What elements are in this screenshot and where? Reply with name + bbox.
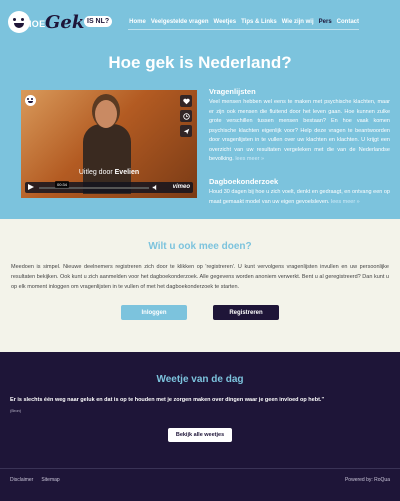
hero-section: HOE Gek IS NL? Home Veelgestelde vragen … [0,0,400,219]
vimeo-logo[interactable]: vimeo [173,184,190,190]
section-text: Veel mensen hebben wel eens te maken met… [209,99,390,162]
volume-icon[interactable] [152,184,159,191]
site-logo[interactable]: HOE Gek IS NL? [8,11,114,33]
register-button[interactable]: Registreren [213,305,279,320]
section-dagboekonderzoek: Dagboekonderzoek Houd 30 dagen bij hoe u… [209,177,390,207]
section-title: Vragenlijsten [209,87,256,96]
footer: Disclaimer Sitemap Powered by: RoQua [0,468,400,501]
nav-item-faq[interactable]: Veelgestelde vragen [151,19,209,25]
video-player[interactable]: Uitleg door Evelien 00:34 vimeo [21,90,197,198]
page-title: Hoe gek is Nederland? [108,53,292,72]
video-time: 00:34 [55,181,70,188]
nav-divider [128,29,359,30]
join-section: Wilt u ook mee doen? Meedoen is simpel. … [0,219,400,352]
login-button[interactable]: Inloggen [121,305,187,320]
daily-fact-section: Weetje van de dag Er is slechts één weg … [0,352,400,468]
section-vragenlijsten: Vragenlijsten Veel mensen hebben wel een… [209,87,390,165]
footer-link-sitemap[interactable]: Sitemap [41,477,59,483]
clock-icon[interactable] [180,110,192,122]
video-channel-logo-icon [25,95,36,106]
nav-item-contact[interactable]: Contact [337,19,359,25]
footer-credit: Powered by: RoQua [344,477,390,483]
daily-fact-quote: Er is slechts één weg naar geluk en dat … [10,397,325,403]
video-presenter [83,100,131,194]
nav-item-weetjes[interactable]: Weetjes [214,19,237,25]
read-more-link[interactable]: lees meer » [235,156,264,162]
main-nav: Home Veelgestelde vragen Weetjes Tips & … [129,19,359,25]
join-title: Wilt u ook mee doen? [148,241,252,252]
daily-fact-source[interactable]: (Bron) [10,408,21,413]
read-more-link[interactable]: lees meer » [331,199,360,205]
logo-text-hoe: HOE [25,19,46,29]
logo-text-isnl: IS NL? [84,16,113,27]
play-icon[interactable] [28,184,34,190]
view-all-facts-button[interactable]: Bekijk alle weetjes [168,428,232,442]
daily-fact-title: Weetje van de dag [156,374,244,385]
join-text: Meedoen is simpel. Nieuwe deelnemers reg… [11,264,389,290]
footer-links: Disclaimer Sitemap [10,477,60,483]
logo-text-gek: Gek [45,12,85,33]
nav-item-tips-links[interactable]: Tips & Links [241,19,277,25]
section-text: Houd 30 dagen bij hoe u zich voelt, denk… [209,189,390,205]
video-progress-bar[interactable]: 00:34 [39,181,149,189]
nav-item-pers[interactable]: Pers [319,19,332,25]
section-title: Dagboekonderzoek [209,177,279,186]
send-icon[interactable] [180,125,192,137]
video-caption: Uitleg door Evelien [78,169,140,176]
nav-item-home[interactable]: Home [129,19,146,25]
nav-item-about[interactable]: Wie zijn wij [282,19,314,25]
video-controls: 00:34 vimeo [25,181,193,193]
heart-icon[interactable] [180,95,192,107]
footer-link-disclaimer[interactable]: Disclaimer [10,477,33,483]
